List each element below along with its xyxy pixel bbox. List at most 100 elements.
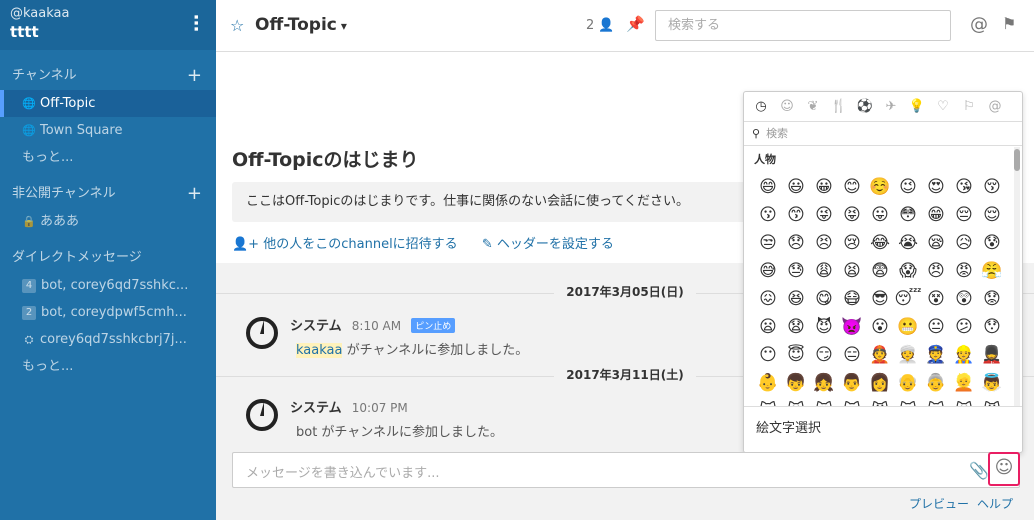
- flag-icon[interactable]: ⚑: [1002, 14, 1016, 33]
- emoji-item[interactable]: 😵: [922, 285, 950, 313]
- custom-icon[interactable]: @: [982, 92, 1008, 122]
- mention-icon[interactable]: @: [970, 14, 988, 35]
- post-time[interactable]: 8:10 AM: [352, 319, 401, 333]
- post-time[interactable]: 10:07 PM: [352, 401, 408, 415]
- emoji-item[interactable]: 😶: [754, 341, 782, 369]
- sidebar-item-private[interactable]: 🔒 あああ: [0, 208, 216, 235]
- emoji-search-input[interactable]: ⚲ 検索: [744, 122, 1022, 146]
- emoji-item[interactable]: 😱: [894, 257, 922, 285]
- objects-icon[interactable]: 💡: [904, 92, 930, 122]
- emoji-item[interactable]: 😮: [866, 313, 894, 341]
- emoji-item[interactable]: ☺️: [866, 173, 894, 201]
- emoji-item[interactable]: 😜: [810, 201, 838, 229]
- emoji-item[interactable]: 😣: [810, 229, 838, 257]
- emoji-item[interactable]: 😫: [838, 257, 866, 285]
- invite-link[interactable]: 👤+ 他の人をこのchannelに招待する: [232, 237, 458, 252]
- search-input[interactable]: 検索する: [655, 10, 951, 41]
- flags-icon[interactable]: ⚐: [956, 92, 982, 122]
- emoji-item[interactable]: 😈: [810, 313, 838, 341]
- emoji-item[interactable]: 😑: [838, 341, 866, 369]
- emoji-scrollbar[interactable]: [1014, 147, 1020, 407]
- emoji-item[interactable]: 😷: [838, 285, 866, 313]
- emoji-item[interactable]: 👵: [922, 369, 950, 397]
- set-header-link[interactable]: ✎ ヘッダーを設定する: [482, 237, 614, 252]
- emoji-item[interactable]: 👳: [894, 341, 922, 369]
- emoji-item[interactable]: 😒: [754, 229, 782, 257]
- emoji-item[interactable]: 😅: [754, 257, 782, 285]
- emoji-item[interactable]: 😪: [922, 229, 950, 257]
- emoji-item[interactable]: 😯: [978, 313, 1006, 341]
- more-direct-messages-link[interactable]: もっと...: [0, 353, 216, 380]
- emoji-item[interactable]: 😉: [894, 173, 922, 201]
- emoji-item[interactable]: 😛: [866, 201, 894, 229]
- travel-icon[interactable]: ✈: [878, 92, 904, 122]
- emoji-item[interactable]: 😂: [866, 229, 894, 257]
- emoji-item[interactable]: 😥: [950, 229, 978, 257]
- emoji-item[interactable]: 👩: [866, 369, 894, 397]
- emoji-item[interactable]: 😄: [754, 173, 782, 201]
- emoji-item[interactable]: 😁: [922, 201, 950, 229]
- emoji-item[interactable]: 😴: [894, 285, 922, 313]
- emoji-item[interactable]: 👷: [950, 341, 978, 369]
- emoji-item[interactable]: 😖: [754, 285, 782, 313]
- sidebar-item-dm-3[interactable]: ⛭ corey6qd7sshkcbrj7j...: [0, 326, 216, 353]
- emoji-item[interactable]: 😢: [838, 229, 866, 257]
- emoji-item[interactable]: 👴: [894, 369, 922, 397]
- emoji-item[interactable]: 👦: [782, 369, 810, 397]
- more-channels-link[interactable]: もっと...: [0, 144, 216, 171]
- emoji-item[interactable]: 😊: [838, 173, 866, 201]
- kebab-menu-icon[interactable]: ⋯: [185, 14, 206, 31]
- emoji-item[interactable]: 😬: [894, 313, 922, 341]
- emoji-item[interactable]: 😏: [810, 341, 838, 369]
- emoji-item[interactable]: 😨: [866, 257, 894, 285]
- emoji-item[interactable]: 👲: [866, 341, 894, 369]
- emoji-item[interactable]: 😌: [978, 201, 1006, 229]
- emoji-item[interactable]: 😞: [782, 229, 810, 257]
- emoji-item[interactable]: 😦: [754, 313, 782, 341]
- emoji-item[interactable]: 😩: [810, 257, 838, 285]
- emoji-item[interactable]: 💂: [978, 341, 1006, 369]
- emoji-item[interactable]: 👱: [950, 369, 978, 397]
- channel-name-dropdown[interactable]: Off-Topic ▾: [255, 15, 347, 35]
- people-icon[interactable]: ☺: [774, 92, 800, 122]
- team-header[interactable]: @kaakaa tttt ⋯: [0, 0, 216, 50]
- emoji-item[interactable]: 👮: [922, 341, 950, 369]
- paperclip-icon[interactable]: 📎: [969, 461, 989, 480]
- emoji-item[interactable]: 👿: [838, 313, 866, 341]
- emoji-item[interactable]: 😙: [782, 201, 810, 229]
- emoji-item[interactable]: 👨: [838, 369, 866, 397]
- message-input[interactable]: メッセージを書き込んでいます... 📎: [232, 452, 1020, 488]
- add-private-channel-icon[interactable]: +: [187, 180, 202, 208]
- emoji-item[interactable]: 😡: [950, 257, 978, 285]
- star-icon[interactable]: ☆: [230, 16, 244, 35]
- emoji-item[interactable]: 😍: [922, 173, 950, 201]
- activity-icon[interactable]: ⚽: [852, 92, 878, 122]
- sidebar-item-dm-1[interactable]: 4 bot, corey6qd7sshkc...: [0, 272, 216, 299]
- emoji-item[interactable]: 😗: [754, 201, 782, 229]
- emoji-item[interactable]: 😀: [810, 173, 838, 201]
- food-icon[interactable]: 🍴: [826, 92, 852, 122]
- symbols-icon[interactable]: ♡: [930, 92, 956, 122]
- emoji-item[interactable]: 😓: [782, 257, 810, 285]
- emoji-item[interactable]: 😭: [894, 229, 922, 257]
- emoji-item[interactable]: 😧: [782, 313, 810, 341]
- sidebar-item-town-square[interactable]: 🌐 Town Square: [0, 117, 216, 144]
- emoji-item[interactable]: 😃: [782, 173, 810, 201]
- mention-link[interactable]: kaakaa: [296, 343, 343, 358]
- sidebar-item-dm-2[interactable]: 2 bot, coreydpwf5cmh...: [0, 299, 216, 326]
- emoji-item[interactable]: 👧: [810, 369, 838, 397]
- emoji-item[interactable]: 😚: [978, 173, 1006, 201]
- emoji-item[interactable]: 😔: [950, 201, 978, 229]
- member-count-button[interactable]: 2 👤: [586, 18, 615, 33]
- emoji-item[interactable]: 😳: [894, 201, 922, 229]
- nature-icon[interactable]: ❦: [800, 92, 826, 122]
- post-username[interactable]: システム: [290, 401, 342, 416]
- pin-icon[interactable]: 📌: [626, 15, 645, 33]
- emoji-item[interactable]: 😲: [950, 285, 978, 313]
- emoji-item[interactable]: 😕: [950, 313, 978, 341]
- help-link[interactable]: ヘルプ: [977, 497, 1013, 511]
- emoji-item[interactable]: 😐: [922, 313, 950, 341]
- emoji-item[interactable]: 😟: [978, 285, 1006, 313]
- emoji-item[interactable]: 😘: [950, 173, 978, 201]
- emoji-item[interactable]: 😇: [782, 341, 810, 369]
